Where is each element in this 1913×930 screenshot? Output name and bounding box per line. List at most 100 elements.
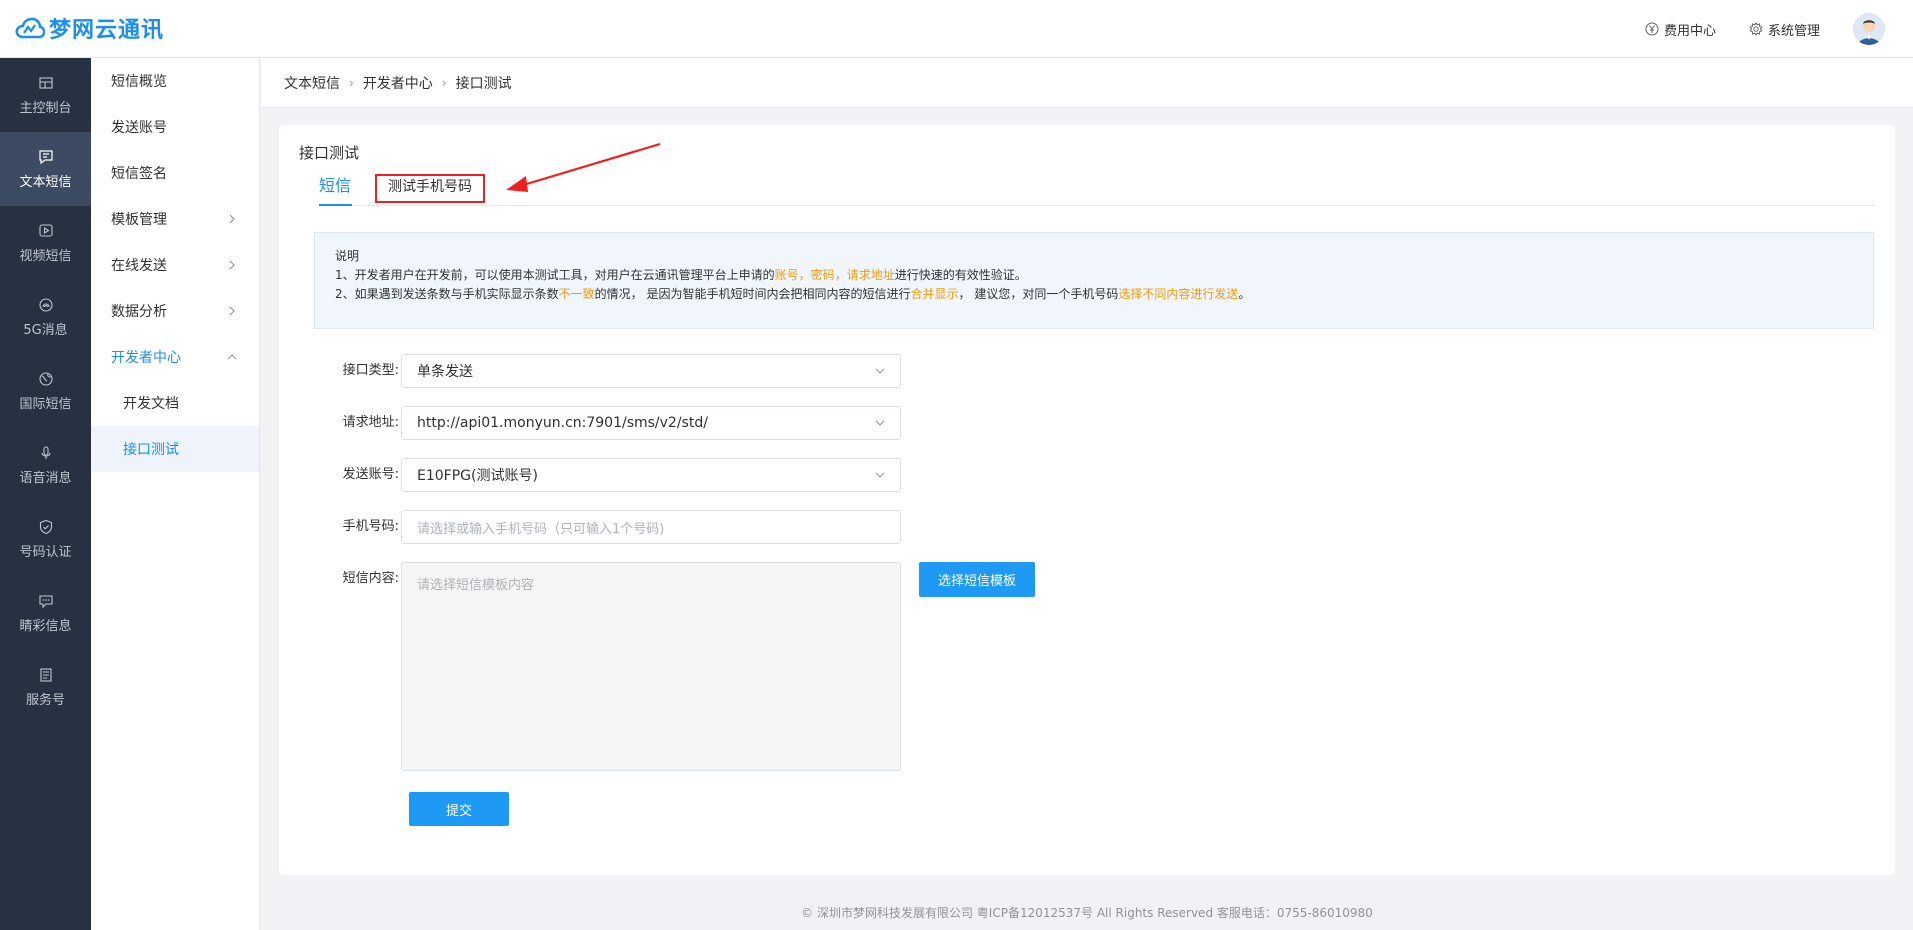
subnav-dev-docs[interactable]: 开发文档: [91, 380, 259, 426]
system-management-link[interactable]: 系统管理: [1749, 20, 1820, 39]
nav-5g-message[interactable]: 5G消息: [0, 280, 91, 354]
line2-prefix: 2、如果遇到发送条数与手机实际显示条数: [335, 287, 559, 301]
chevron-right-icon: ›: [441, 75, 447, 90]
subnav-sms-signature-label: 短信签名: [111, 166, 167, 182]
instructions-line-1: 1、开发者用户在开发前，可以使用本测试工具，对用户在云通讯管理平台上申请的账号，…: [335, 266, 1873, 285]
chevron-right-icon: [229, 306, 235, 316]
line2-mid1: 的情况， 是因为智能手机短时间内会把相同内容的短信进行: [594, 287, 911, 301]
request-url-row: 请求地址: http://api01.monyun.cn:7901/sms/v2…: [339, 406, 901, 440]
subnav-online-send[interactable]: 在线发送: [91, 242, 259, 288]
line2-mid2: ， 建议您，对同一个手机号码: [958, 287, 1119, 301]
subnav-template-management[interactable]: 模板管理: [91, 196, 259, 242]
line1-sep1: ，: [798, 268, 811, 282]
user-avatar-icon: [1853, 13, 1885, 45]
line2-suffix: 。: [1238, 287, 1251, 301]
chat-icon: [38, 594, 53, 608]
highlight-request-url: 请求地址: [846, 268, 895, 282]
highlight-password: 密码: [810, 268, 835, 282]
microphone-icon: [40, 445, 51, 459]
subnav-developer-center-label: 开发者中心: [111, 350, 181, 366]
page-title: 接口测试: [299, 144, 360, 162]
billing-center-link[interactable]: 费用中心: [1645, 20, 1716, 39]
nav-voice-message[interactable]: 语音消息: [0, 428, 91, 502]
header-right: 费用中心 系统管理: [1645, 0, 1913, 58]
select-template-button[interactable]: 选择短信模板: [919, 562, 1035, 597]
nav-voice-message-label: 语音消息: [19, 470, 72, 486]
send-account-label: 发送账号:: [342, 467, 399, 482]
tab-test-phone-numbers[interactable]: 测试手机号码: [375, 174, 485, 203]
nav-rich-message[interactable]: 睛彩信息: [0, 576, 91, 650]
send-account-select[interactable]: E10FPG(测试账号): [401, 458, 901, 492]
chevron-right-icon: ›: [349, 75, 354, 90]
sms-content-textarea[interactable]: 请选择短信模板内容: [401, 562, 901, 771]
api-type-value: 单条发送: [417, 364, 473, 380]
nav-rich-message-label: 睛彩信息: [19, 618, 72, 634]
nav-5g-message-label: 5G消息: [23, 322, 68, 338]
nav-video-sms[interactable]: 视频短信: [0, 206, 91, 280]
chevron-down-icon: [875, 472, 885, 478]
sms-content-row: 短信内容: 请选择短信模板内容 选择短信模板: [339, 562, 1035, 771]
instructions-line-2: 2、如果遇到发送条数与手机实际显示条数不一致的情况， 是因为智能手机短时间内会把…: [335, 285, 1873, 304]
highlight-account: 账号: [774, 268, 799, 282]
breadcrumb-item[interactable]: 开发者中心: [363, 73, 433, 93]
phone-number-input[interactable]: 请选择或输入手机号码（只可输入1个号码): [401, 510, 901, 544]
nav-international-sms[interactable]: 国际短信: [0, 354, 91, 428]
nav-video-sms-label: 视频短信: [19, 248, 72, 264]
subnav-send-account[interactable]: 发送账号: [91, 104, 259, 150]
subnav-send-account-label: 发送账号: [111, 120, 167, 136]
avatar[interactable]: [1853, 13, 1885, 45]
logo[interactable]: 梦网云通讯: [15, 13, 164, 43]
nav-number-verification-label: 号码认证: [19, 544, 72, 560]
subnav-developer-center[interactable]: 开发者中心: [91, 334, 259, 380]
subnav-sms-signature[interactable]: 短信签名: [91, 150, 259, 196]
subnav-dev-docs-label: 开发文档: [123, 396, 179, 412]
annotation-arrow: [506, 142, 661, 192]
nav-text-sms[interactable]: 文本短信: [0, 132, 91, 206]
breadcrumb-item[interactable]: 文本短信: [284, 73, 340, 93]
cloud-logo-icon: [15, 17, 45, 39]
phone-number-row: 手机号码: 请选择或输入手机号码（只可输入1个号码): [339, 510, 901, 544]
instructions-panel: 说明 1、开发者用户在开发前，可以使用本测试工具，对用户在云通讯管理平台上申请的…: [314, 232, 1874, 329]
system-management-label: 系统管理: [1767, 23, 1820, 39]
gear-icon: [1749, 22, 1763, 36]
signal-icon: [38, 297, 53, 312]
breadcrumb: 文本短信 › 开发者中心 › 接口测试: [261, 58, 1913, 108]
request-url-select[interactable]: http://api01.monyun.cn:7901/sms/v2/std/: [401, 406, 901, 440]
api-type-row: 接口类型: 单条发送: [339, 354, 901, 388]
highlight-inconsistent: 不一致: [558, 287, 595, 301]
nav-dashboard[interactable]: 主控制台: [0, 58, 91, 132]
instructions-heading: 说明: [335, 249, 360, 263]
top-header: 梦网云通讯 费用中心 系统管理: [0, 0, 1913, 58]
chevron-right-icon: [229, 260, 235, 270]
subnav-api-test[interactable]: 接口测试: [91, 426, 259, 472]
subnav-sms-overview[interactable]: 短信概览: [91, 58, 259, 104]
nav-number-verification[interactable]: 号码认证: [0, 502, 91, 576]
send-account-value: E10FPG(测试账号): [417, 468, 538, 484]
chevron-up-icon: [227, 354, 237, 360]
breadcrumb-current: 接口测试: [455, 75, 512, 92]
request-url-value: http://api01.monyun.cn:7901/sms/v2/std/: [417, 415, 708, 431]
sub-sidebar: 短信概览 发送账号 短信签名 模板管理 在线发送 数据分析 开发者中心 开发文档…: [91, 58, 260, 930]
video-icon: [38, 223, 53, 237]
footer: © 深圳市梦网科技发展有限公司 粤ICP备12012537号 All Right…: [801, 906, 1373, 920]
submit-button[interactable]: 提交: [409, 792, 509, 826]
message-icon: [38, 149, 53, 164]
api-type-select[interactable]: 单条发送: [401, 354, 901, 388]
tab-sms[interactable]: 短信: [319, 173, 352, 206]
logo-text: 梦网云通讯: [49, 18, 165, 43]
shield-icon: [39, 519, 52, 534]
request-url-label: 请求地址:: [342, 415, 399, 430]
nav-text-sms-label: 文本短信: [19, 174, 72, 190]
dashboard-icon: [38, 76, 53, 89]
subnav-data-analysis-label: 数据分析: [111, 304, 167, 320]
api-type-label: 接口类型:: [342, 363, 399, 378]
subnav-api-test-label: 接口测试: [123, 442, 179, 458]
subnav-online-send-label: 在线发送: [111, 258, 167, 274]
sms-content-label: 短信内容:: [342, 571, 399, 586]
subnav-data-analysis[interactable]: 数据分析: [91, 288, 259, 334]
nav-service-account[interactable]: 服务号: [0, 650, 91, 724]
chevron-down-icon: [875, 420, 885, 426]
highlight-merged-display: 合并显示: [910, 287, 959, 301]
highlight-different-content: 选择不同内容进行发送: [1118, 287, 1239, 301]
main-sidebar: 主控制台 文本短信 视频短信 5G消息 国际短信 语音消息 号码认证 睛彩信息 …: [0, 58, 91, 930]
